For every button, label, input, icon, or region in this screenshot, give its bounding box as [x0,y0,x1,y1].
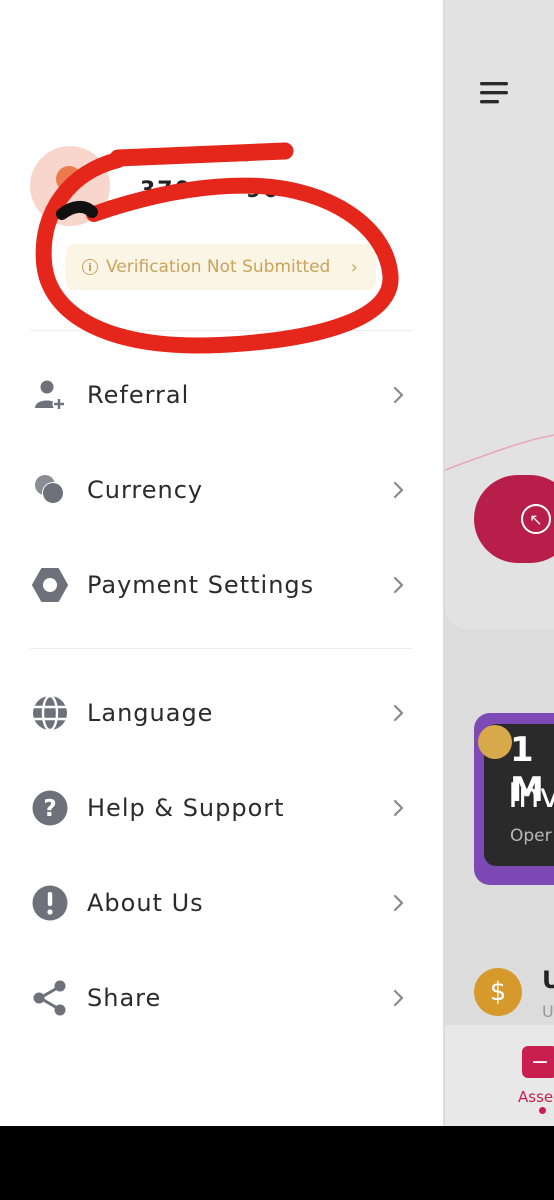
verification-status-label: Verification Not Submitted [106,257,331,277]
menu-label-language: Language [87,699,214,727]
bg-chart-line [445,434,554,471]
share-icon [30,978,70,1018]
payment-settings-icon [30,565,70,605]
divider [30,648,412,649]
chevron-right-icon [388,574,410,596]
menu-item-payment-settings[interactable]: Payment Settings [30,557,410,613]
assets-nav-icon[interactable]: − [522,1046,554,1078]
banner-caption: Oper [510,826,552,846]
nav-assets-label[interactable]: Asse [518,1088,553,1106]
system-nav-bar [0,1126,554,1200]
asset-subtitle: U [542,1002,554,1021]
question-icon: ? [30,788,70,828]
menu-item-about-us[interactable]: About Us [30,875,410,931]
verification-status-button[interactable]: i Verification Not Submitted › [66,244,376,290]
menu-item-share[interactable]: Share [30,970,410,1026]
user-id: ID:152074770 [140,150,252,166]
user-display-name: 370****90 [140,178,281,203]
chevron-right-icon [388,797,410,819]
chevron-right-icon [388,479,410,501]
menu-item-referral[interactable]: Referral [30,367,410,423]
chevron-right-icon [388,987,410,1009]
app-screen: ↖ 1 M Inv Oper $ U U − Asse ID:152074770… [0,0,554,1126]
banner-subtitle: Inv [508,776,554,816]
chevron-right-icon [388,702,410,724]
currency-icon [30,470,70,510]
menu-item-help-support[interactable]: ? Help & Support [30,780,410,836]
chevron-right-icon: › [350,256,358,278]
menu-label-payment-settings: Payment Settings [87,571,315,599]
coin-icon [478,725,512,759]
avatar-badge [56,166,82,192]
nav-active-dot [539,1107,546,1114]
svg-text:?: ? [43,796,56,822]
asset-title: U [542,966,554,994]
chevron-right-icon [388,384,410,406]
menu-label-referral: Referral [87,381,190,409]
menu-label-help-support: Help & Support [87,794,285,822]
divider [30,330,412,331]
menu-item-currency[interactable]: Currency [30,462,410,518]
menu-label-currency: Currency [87,476,204,504]
arrow-up-left-icon: ↖ [521,504,551,534]
exclamation-icon [30,883,70,923]
menu-label-about-us: About Us [87,889,204,917]
side-drawer: ID:152074770 370****90 i Verification No… [0,0,443,1126]
info-icon: i [82,259,98,275]
usd-coin-icon: $ [474,968,522,1016]
globe-icon [30,693,70,733]
menu-label-share: Share [87,984,162,1012]
chevron-right-icon [388,892,410,914]
referral-icon [30,375,70,415]
menu-item-language[interactable]: Language [30,685,410,741]
menu-icon[interactable] [479,78,509,108]
